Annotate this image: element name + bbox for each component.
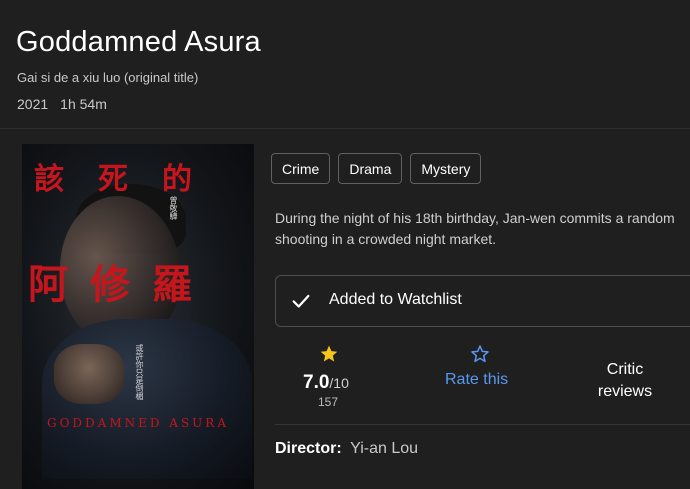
title-header: Goddamned Asura Gai si de a xiu luo (ori… <box>0 0 690 128</box>
header-divider <box>0 128 690 129</box>
director-key: Director: <box>275 440 342 457</box>
poster-credits-block <box>40 444 240 474</box>
genre-chip-crime[interactable]: Crime <box>271 153 331 184</box>
poster-cjk-title-mid: 阿修羅 <box>28 261 214 308</box>
title-meta: 2021 1h 54m <box>17 96 107 112</box>
poster-english-title: GODDAMNED ASURA <box>46 416 229 430</box>
more-options-icon[interactable]: ⋮ <box>684 368 690 382</box>
poster-hand-shape <box>54 344 124 404</box>
original-title: Gai si de a xiu luo (original title) <box>17 70 199 85</box>
watchlist-label: Added to Watchlist <box>329 291 462 308</box>
section-divider <box>275 424 690 425</box>
rating-score: 7.0/10 <box>303 372 349 394</box>
genre-chips: Crime Drama Mystery <box>271 153 482 184</box>
rating-scale: /10 <box>329 375 349 391</box>
poster-cjk-title-top: 該死的 <box>34 162 226 197</box>
checkmark-icon <box>292 294 310 308</box>
poster-vertical-text-2: 或許你只是倒楣 <box>135 344 144 400</box>
rating-value: 7.0 <box>303 372 330 393</box>
genre-chip-drama[interactable]: Drama <box>338 153 403 184</box>
critic-reviews-label: Critic reviews <box>597 361 653 400</box>
release-year[interactable]: 2021 <box>17 96 48 112</box>
star-filled-icon <box>320 345 338 362</box>
watchlist-button[interactable]: Added to Watchlist <box>275 275 690 327</box>
rate-this-label: Rate this <box>445 371 509 388</box>
star-outline-icon <box>471 345 489 363</box>
runtime: 1h 54m <box>60 96 107 112</box>
imdb-rating[interactable]: 7.0/10 157 <box>275 340 385 416</box>
poster-vertical-text-1: 曾敬驊 <box>169 196 178 220</box>
genre-chip-mystery[interactable]: Mystery <box>410 153 482 184</box>
rating-votes: 157 <box>318 395 339 409</box>
plot-summary[interactable]: During the night of his 18th birthday, J… <box>275 208 680 250</box>
ratings-bar: 7.0/10 157 Rate this Critic reviews <box>275 340 690 416</box>
rate-this-button[interactable]: Rate this <box>435 340 525 416</box>
page-title: Goddamned Asura <box>16 26 261 58</box>
critic-reviews-link[interactable]: Critic reviews <box>575 340 675 416</box>
more-options-icon[interactable]: ⋮ <box>684 214 690 228</box>
director-row[interactable]: Director: Yi-an Lou <box>275 440 418 458</box>
movie-poster[interactable]: 該死的 阿修羅 曾敬驊 或許你只是倒楣 GODDAMNED ASURA <box>22 144 254 489</box>
director-name[interactable]: Yi-an Lou <box>350 440 418 457</box>
